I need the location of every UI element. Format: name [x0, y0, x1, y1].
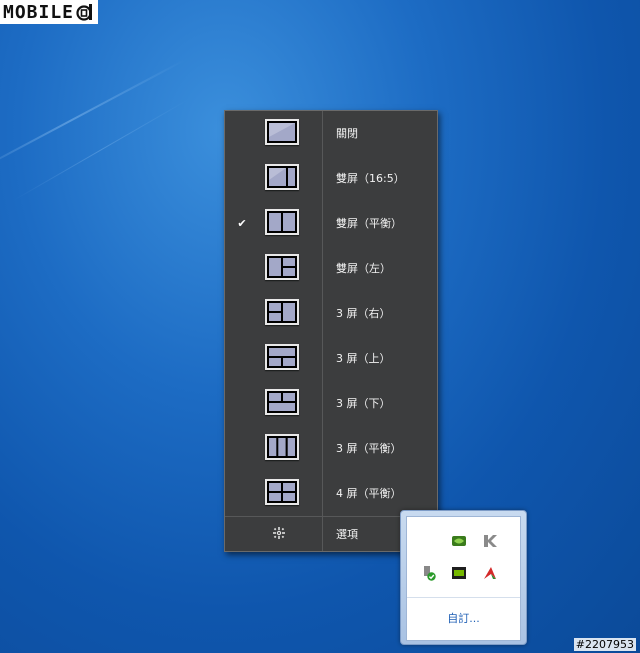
menu-item-label: 關閉: [336, 127, 358, 140]
options-menu-label[interactable]: 選項: [336, 526, 358, 542]
menu-item-three-right[interactable]: 3 屏（右）: [225, 291, 437, 335]
check-mark-icon: ✔: [237, 216, 247, 230]
menu-item-label: 3 屏（平衡）: [336, 442, 402, 455]
menu-item-three-balanced[interactable]: 3 屏（平衡）: [225, 426, 437, 470]
nvidia-display-icon[interactable]: [451, 565, 467, 581]
customize-link[interactable]: 自訂...: [407, 610, 520, 626]
layout-four-even-icon: [265, 479, 299, 505]
menu-item-dual-left[interactable]: 雙屏（左）: [225, 246, 437, 290]
menu-item-label: 雙屏（16:5）: [336, 172, 405, 185]
tray-separator: [407, 597, 520, 598]
layout-split-16-5-icon: [265, 164, 299, 190]
menu-item-dual-balanced[interactable]: ✔ 雙屏（平衡）: [225, 201, 437, 245]
menu-item-label: 雙屏（左）: [336, 262, 391, 275]
tray-icon-area: 自訂...: [406, 516, 521, 641]
wallpaper-streak: [13, 100, 187, 201]
layout-menu: 關閉 雙屏（16:5） ✔ 雙屏（平衡） 雙屏（左） 3 屏（右） 3 屏（上）…: [224, 110, 438, 552]
layout-three-right-icon: [265, 299, 299, 325]
layout-split-left-icon: [265, 254, 299, 280]
red-arrow-app-icon[interactable]: [482, 565, 498, 581]
menu-item-label: 雙屏（平衡）: [336, 217, 402, 230]
usb-safe-remove-icon[interactable]: [421, 565, 437, 581]
site-logo: MOBILE: [0, 0, 99, 24]
k-app-icon[interactable]: [482, 533, 498, 549]
tray-overflow-panel: 自訂...: [400, 510, 527, 645]
menu-item-label: 3 屏（上）: [336, 352, 391, 365]
menu-item-label: 4 屏（平衡）: [336, 487, 402, 500]
logo-text: MOBILE: [3, 1, 75, 23]
nvidia-green-icon[interactable]: [451, 533, 467, 549]
layout-single-icon: [265, 119, 299, 145]
settings-gear-icon[interactable]: [273, 527, 285, 542]
menu-item-close[interactable]: 關閉: [225, 111, 437, 155]
mobile01-logo-icon: [76, 3, 94, 21]
menu-item-three-bottom[interactable]: 3 屏（下）: [225, 381, 437, 425]
menu-item-dual-16-5[interactable]: 雙屏（16:5）: [225, 156, 437, 200]
layout-three-bottom-icon: [265, 389, 299, 415]
layout-three-even-icon: [265, 434, 299, 460]
menu-item-four-balanced[interactable]: 4 屏（平衡）: [225, 471, 437, 515]
layout-split-even-icon: [265, 209, 299, 235]
menu-item-label: 3 屏（下）: [336, 397, 391, 410]
wallpaper-streak: [0, 59, 186, 183]
layout-three-top-icon: [265, 344, 299, 370]
menu-item-three-top[interactable]: 3 屏（上）: [225, 336, 437, 380]
photo-id-watermark: #2207953: [573, 638, 636, 651]
menu-item-label: 3 屏（右）: [336, 307, 391, 320]
